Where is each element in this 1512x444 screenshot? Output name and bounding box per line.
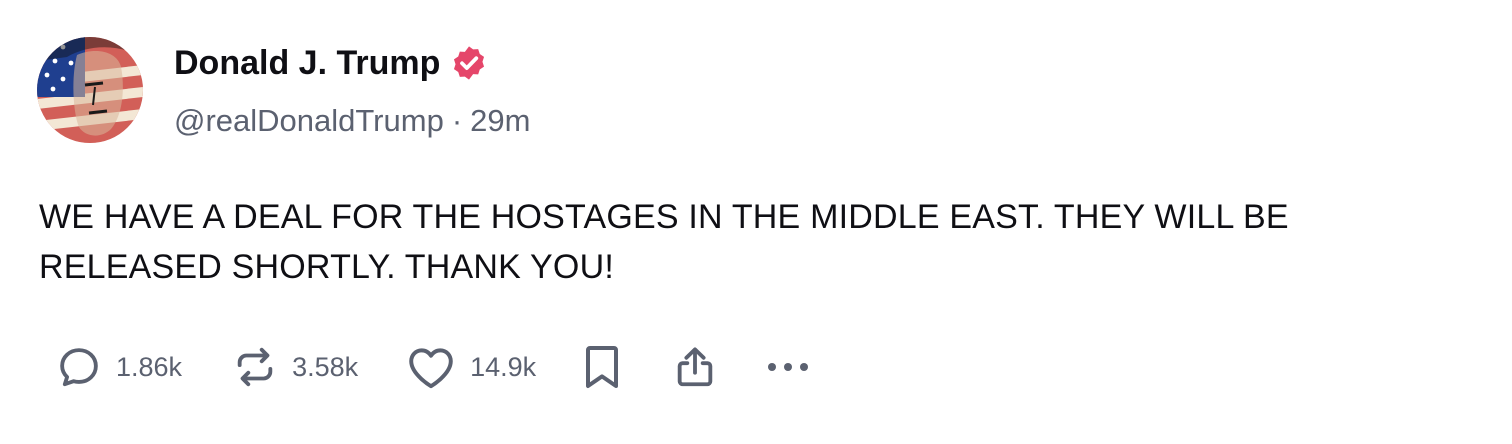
bookmark-icon bbox=[586, 346, 619, 388]
more-options-button[interactable] bbox=[764, 355, 812, 379]
more-icon bbox=[768, 363, 809, 371]
repost-count: 3.58k bbox=[292, 352, 359, 382]
bookmark-button[interactable] bbox=[582, 343, 622, 391]
reply-icon bbox=[60, 348, 98, 387]
action-bar: 1.86k 3.58k 14.9k bbox=[56, 343, 812, 391]
author-name-text[interactable]: Donald J. Trump bbox=[174, 40, 440, 86]
post-meta: @realDonaldTrump · 29m bbox=[174, 101, 530, 141]
meta-separator: · bbox=[451, 103, 463, 138]
reply-button[interactable]: 1.86k bbox=[56, 344, 182, 390]
verified-badge-icon bbox=[450, 44, 488, 82]
repost-icon bbox=[237, 347, 273, 387]
share-button[interactable] bbox=[672, 343, 718, 391]
post-timestamp[interactable]: 29m bbox=[470, 103, 530, 138]
heart-icon bbox=[409, 348, 453, 389]
share-icon bbox=[677, 347, 713, 387]
reply-count: 1.86k bbox=[116, 352, 183, 382]
post-card: Donald J. Trump @realDonaldTrump · 29m WE … bbox=[0, 0, 1512, 444]
like-button[interactable]: 14.9k bbox=[406, 344, 536, 390]
author-handle[interactable]: @realDonaldTrump bbox=[174, 103, 444, 138]
repost-button[interactable]: 3.58k bbox=[232, 344, 358, 390]
avatar-image bbox=[37, 37, 143, 143]
author-name[interactable]: Donald J. Trump bbox=[174, 40, 488, 86]
post-text: WE HAVE A DEAL FOR THE HOSTAGES IN THE M… bbox=[39, 198, 1289, 286]
avatar[interactable] bbox=[37, 37, 143, 143]
like-count: 14.9k bbox=[470, 352, 537, 382]
